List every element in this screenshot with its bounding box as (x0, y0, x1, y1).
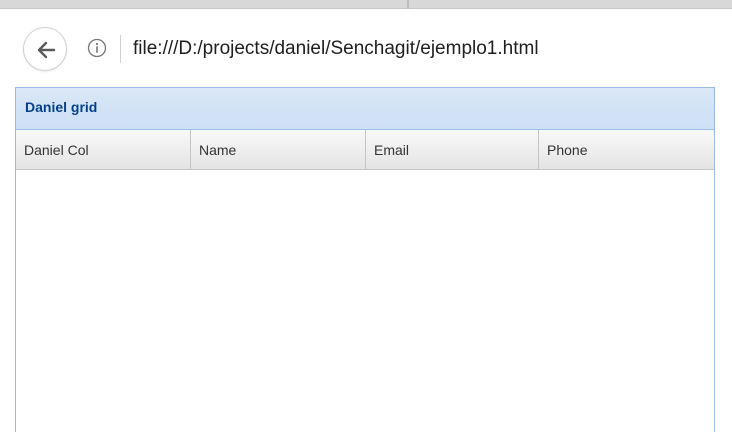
arrow-left-icon (37, 41, 56, 59)
url-field[interactable]: file:///D:/projects/daniel/Senchagit/eje… (133, 36, 539, 62)
info-circle-icon[interactable] (87, 38, 107, 58)
grid-header: Daniel grid (16, 88, 714, 130)
grid-body[interactable] (16, 170, 714, 431)
column-header-name[interactable]: Name (191, 130, 366, 169)
back-button[interactable] (23, 27, 67, 71)
browser-address-bar: file:///D:/projects/daniel/Senchagit/eje… (0, 9, 732, 81)
grid-title: Daniel grid (25, 99, 98, 115)
tab-separator (407, 0, 409, 9)
grid-column-headers: Daniel Col Name Email Phone (16, 130, 714, 170)
daniel-grid-panel: Daniel grid Daniel Col Name Email Phone (15, 87, 715, 432)
browser-tab-strip (0, 0, 732, 9)
column-header-daniel-col[interactable]: Daniel Col (16, 130, 191, 169)
column-header-phone[interactable]: Phone (539, 130, 714, 169)
url-divider (120, 35, 121, 63)
column-header-email[interactable]: Email (366, 130, 539, 169)
